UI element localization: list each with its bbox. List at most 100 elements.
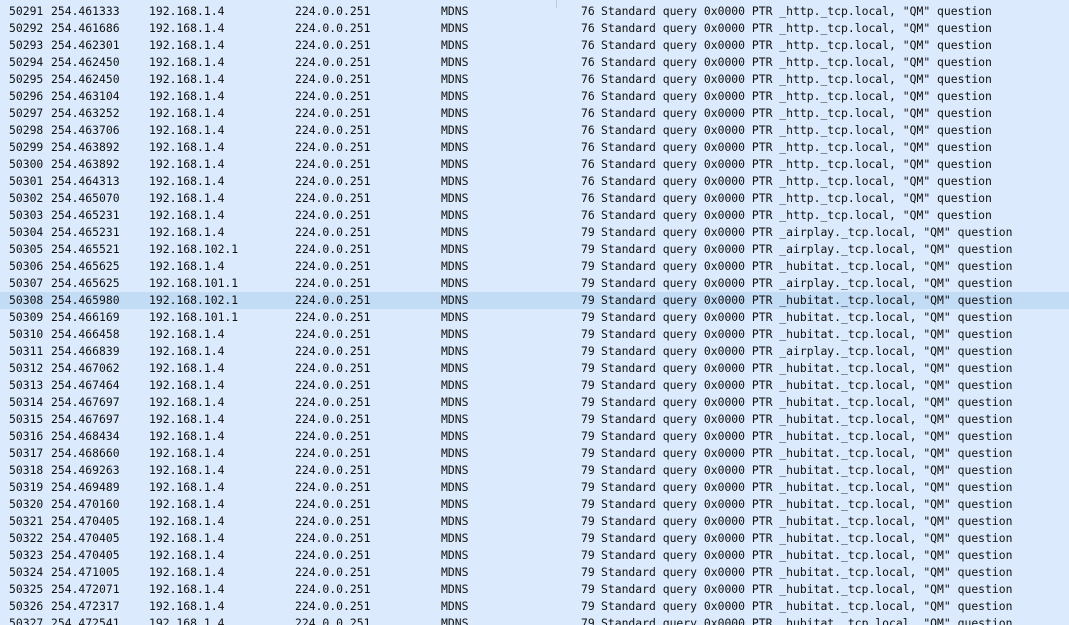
packet-row[interactable]: 50311 254.466839 192.168.1.4 224.0.0.251 MDN… — [0, 343, 1069, 360]
packet-source: 192.168.1.4 — [149, 106, 225, 120]
packet-time: 254.466169 — [51, 310, 120, 324]
packet-length: 79 — [581, 514, 595, 528]
packet-info: Standard query 0x0000 PTR _hubitat._tcp.… — [601, 548, 1013, 562]
packet-destination: 224.0.0.251 — [295, 89, 371, 103]
packet-row[interactable]: 50306 254.465625 192.168.1.4 224.0.0.251 MDN… — [0, 258, 1069, 275]
packet-row[interactable]: 50304 254.465231 192.168.1.4 224.0.0.251 MDN… — [0, 224, 1069, 241]
packet-protocol: MDNS — [441, 276, 469, 290]
packet-row[interactable]: 50307 254.465625 192.168.101.1 224.0.0.251 M… — [0, 275, 1069, 292]
packet-info: Standard query 0x0000 PTR _hubitat._tcp.… — [601, 599, 1013, 613]
packet-info: Standard query 0x0000 PTR _hubitat._tcp.… — [601, 327, 1013, 341]
packet-destination: 224.0.0.251 — [295, 38, 371, 52]
packet-row[interactable]: 50291 254.461333 192.168.1.4 224.0.0.251 MDN… — [0, 3, 1069, 20]
packet-number: 50321 — [9, 514, 44, 528]
packet-destination: 224.0.0.251 — [295, 310, 371, 324]
packet-row[interactable]: 50309 254.466169 192.168.101.1 224.0.0.251 M… — [0, 309, 1069, 326]
packet-info: Standard query 0x0000 PTR _hubitat._tcp.… — [601, 412, 1013, 426]
packet-protocol: MDNS — [441, 429, 469, 443]
packet-list[interactable]: 50291 254.461333 192.168.1.4 224.0.0.251 MDN… — [0, 0, 1069, 625]
packet-row[interactable]: 50292 254.461686 192.168.1.4 224.0.0.251 MDN… — [0, 20, 1069, 37]
packet-length: 79 — [581, 344, 595, 358]
packet-row[interactable]: 50327 254.472541 192.168.1.4 224.0.0.251 MDN… — [0, 615, 1069, 625]
packet-info: Standard query 0x0000 PTR _http._tcp.loc… — [601, 174, 992, 188]
packet-row[interactable]: 50319 254.469489 192.168.1.4 224.0.0.251 MDN… — [0, 479, 1069, 496]
packet-row[interactable]: 50320 254.470160 192.168.1.4 224.0.0.251 MDN… — [0, 496, 1069, 513]
packet-source: 192.168.1.4 — [149, 412, 225, 426]
packet-info: Standard query 0x0000 PTR _hubitat._tcp.… — [601, 310, 1013, 324]
packet-destination: 224.0.0.251 — [295, 276, 371, 290]
packet-protocol: MDNS — [441, 21, 469, 35]
packet-row[interactable]: 50325 254.472071 192.168.1.4 224.0.0.251 MDN… — [0, 581, 1069, 598]
packet-length: 79 — [581, 276, 595, 290]
packet-destination: 224.0.0.251 — [295, 242, 371, 256]
packet-row[interactable]: 50315 254.467697 192.168.1.4 224.0.0.251 MDN… — [0, 411, 1069, 428]
packet-info: Standard query 0x0000 PTR _hubitat._tcp.… — [601, 497, 1013, 511]
packet-row[interactable]: 50305 254.465521 192.168.102.1 224.0.0.251 M… — [0, 241, 1069, 258]
packet-row[interactable]: 50324 254.471005 192.168.1.4 224.0.0.251 MDN… — [0, 564, 1069, 581]
packet-row[interactable]: 50322 254.470405 192.168.1.4 224.0.0.251 MDN… — [0, 530, 1069, 547]
packet-row[interactable]: 50303 254.465231 192.168.1.4 224.0.0.251 MDN… — [0, 207, 1069, 224]
packet-length: 79 — [581, 480, 595, 494]
packet-row[interactable]: 50301 254.464313 192.168.1.4 224.0.0.251 MDN… — [0, 173, 1069, 190]
packet-destination: 224.0.0.251 — [295, 21, 371, 35]
packet-source: 192.168.1.4 — [149, 616, 225, 625]
packet-row[interactable]: 50323 254.470405 192.168.1.4 224.0.0.251 MDN… — [0, 547, 1069, 564]
packet-destination: 224.0.0.251 — [295, 497, 371, 511]
packet-protocol: MDNS — [441, 616, 469, 625]
packet-row[interactable]: 50299 254.463892 192.168.1.4 224.0.0.251 MDN… — [0, 139, 1069, 156]
packet-source: 192.168.1.4 — [149, 514, 225, 528]
packet-time: 254.471005 — [51, 565, 120, 579]
packet-source: 192.168.1.4 — [149, 429, 225, 443]
packet-protocol: MDNS — [441, 327, 469, 341]
packet-destination: 224.0.0.251 — [295, 565, 371, 579]
packet-length: 79 — [581, 565, 595, 579]
packet-source: 192.168.1.4 — [149, 4, 225, 18]
packet-row[interactable]: 50314 254.467697 192.168.1.4 224.0.0.251 MDN… — [0, 394, 1069, 411]
packet-source: 192.168.1.4 — [149, 140, 225, 154]
packet-destination: 224.0.0.251 — [295, 106, 371, 120]
packet-time: 254.465231 — [51, 225, 120, 239]
packet-number: 50300 — [9, 157, 44, 171]
packet-row[interactable]: 50297 254.463252 192.168.1.4 224.0.0.251 MDN… — [0, 105, 1069, 122]
packet-destination: 224.0.0.251 — [295, 412, 371, 426]
packet-row[interactable]: 50302 254.465070 192.168.1.4 224.0.0.251 MDN… — [0, 190, 1069, 207]
packet-number: 50293 — [9, 38, 44, 52]
packet-length: 76 — [581, 21, 595, 35]
packet-protocol: MDNS — [441, 446, 469, 460]
packet-number: 50309 — [9, 310, 44, 324]
packet-length: 76 — [581, 38, 595, 52]
packet-info: Standard query 0x0000 PTR _hubitat._tcp.… — [601, 565, 1013, 579]
packet-length: 76 — [581, 157, 595, 171]
packet-time: 254.461686 — [51, 21, 120, 35]
packet-row[interactable]: 50293 254.462301 192.168.1.4 224.0.0.251 MDN… — [0, 37, 1069, 54]
packet-info: Standard query 0x0000 PTR _http._tcp.loc… — [601, 191, 992, 205]
packet-destination: 224.0.0.251 — [295, 378, 371, 392]
packet-source: 192.168.1.4 — [149, 548, 225, 562]
packet-protocol: MDNS — [441, 225, 469, 239]
packet-row[interactable]: 50298 254.463706 192.168.1.4 224.0.0.251 MDN… — [0, 122, 1069, 139]
packet-row[interactable]: 50294 254.462450 192.168.1.4 224.0.0.251 MDN… — [0, 54, 1069, 71]
packet-row[interactable]: 50312 254.467062 192.168.1.4 224.0.0.251 MDN… — [0, 360, 1069, 377]
packet-destination: 224.0.0.251 — [295, 208, 371, 222]
packet-row[interactable]: 50296 254.463104 192.168.1.4 224.0.0.251 MDN… — [0, 88, 1069, 105]
packet-row[interactable]: 50318 254.469263 192.168.1.4 224.0.0.251 MDN… — [0, 462, 1069, 479]
packet-row[interactable]: 50313 254.467464 192.168.1.4 224.0.0.251 MDN… — [0, 377, 1069, 394]
packet-info: Standard query 0x0000 PTR _hubitat._tcp.… — [601, 378, 1013, 392]
packet-destination: 224.0.0.251 — [295, 395, 371, 409]
packet-time: 254.466839 — [51, 344, 120, 358]
packet-destination: 224.0.0.251 — [295, 616, 371, 625]
packet-row[interactable]: 50326 254.472317 192.168.1.4 224.0.0.251 MDN… — [0, 598, 1069, 615]
packet-row[interactable]: 50300 254.463892 192.168.1.4 224.0.0.251 MDN… — [0, 156, 1069, 173]
packet-length: 79 — [581, 616, 595, 625]
packet-row[interactable]: 50317 254.468660 192.168.1.4 224.0.0.251 MDN… — [0, 445, 1069, 462]
packet-row[interactable]: 50295 254.462450 192.168.1.4 224.0.0.251 MDN… — [0, 71, 1069, 88]
packet-row-selected[interactable]: 50308 254.465980 192.168.102.1 224.0.0.251 M… — [0, 292, 1069, 309]
packet-destination: 224.0.0.251 — [295, 259, 371, 273]
packet-protocol: MDNS — [441, 412, 469, 426]
packet-destination: 224.0.0.251 — [295, 429, 371, 443]
packet-row[interactable]: 50310 254.466458 192.168.1.4 224.0.0.251 MDN… — [0, 326, 1069, 343]
packet-number: 50323 — [9, 548, 44, 562]
packet-row[interactable]: 50321 254.470405 192.168.1.4 224.0.0.251 MDN… — [0, 513, 1069, 530]
packet-info: Standard query 0x0000 PTR _http._tcp.loc… — [601, 21, 992, 35]
packet-row[interactable]: 50316 254.468434 192.168.1.4 224.0.0.251 MDN… — [0, 428, 1069, 445]
